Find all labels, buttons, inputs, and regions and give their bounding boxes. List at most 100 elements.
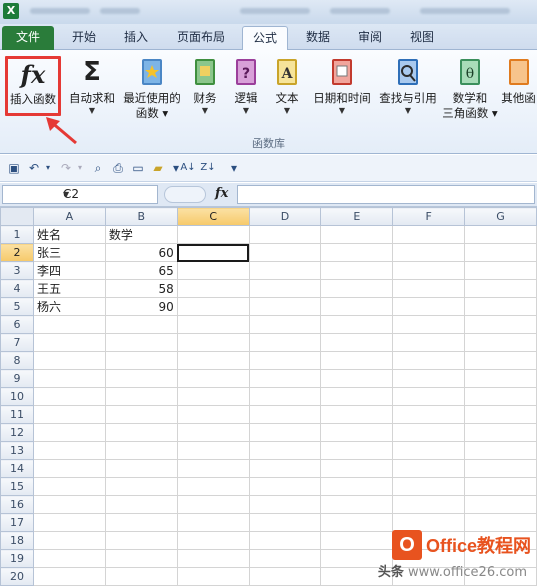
column-header-e[interactable]: E [320, 207, 394, 226]
sort-ascending-icon[interactable]: A↓ [180, 160, 196, 176]
cell-d2[interactable] [248, 243, 322, 262]
cell-a16[interactable] [32, 495, 106, 514]
tab-insert[interactable]: 插入 [114, 26, 158, 50]
name-box[interactable]: C2 ▼ [2, 185, 158, 204]
cell-b3[interactable]: 65 [104, 261, 178, 280]
row-header[interactable]: 18 [0, 531, 34, 550]
cell-d1[interactable] [248, 225, 322, 244]
cell-b20[interactable] [104, 567, 178, 586]
cell-c9[interactable] [176, 369, 250, 388]
column-header-d[interactable]: D [248, 207, 322, 226]
save-icon[interactable]: ▣ [6, 160, 22, 176]
formula-bar-grip[interactable] [164, 186, 206, 203]
cell-a6[interactable] [32, 315, 106, 334]
cell-e8[interactable] [320, 351, 394, 370]
cell-d8[interactable] [248, 351, 322, 370]
tab-file[interactable]: 文件 [2, 26, 54, 50]
cell-g13[interactable] [464, 441, 537, 460]
cell-e2[interactable] [320, 243, 394, 262]
cell-c6[interactable] [176, 315, 250, 334]
row-header[interactable]: 3 [0, 261, 34, 280]
cell-g17[interactable] [464, 513, 537, 532]
cell-d15[interactable] [248, 477, 322, 496]
cell-f10[interactable] [392, 387, 466, 406]
row-header[interactable]: 20 [0, 567, 34, 586]
cell-f4[interactable] [392, 279, 466, 298]
row-header[interactable]: 15 [0, 477, 34, 496]
insert-function-button[interactable]: fx 插入函数 [5, 56, 61, 116]
cell-e6[interactable] [320, 315, 394, 334]
cell-b9[interactable] [104, 369, 178, 388]
cell-g15[interactable] [464, 477, 537, 496]
cell-a7[interactable] [32, 333, 106, 352]
cell-c15[interactable] [176, 477, 250, 496]
row-header[interactable]: 16 [0, 495, 34, 514]
column-header-a[interactable]: A [32, 207, 106, 226]
cell-b10[interactable] [104, 387, 178, 406]
row-header[interactable]: 14 [0, 459, 34, 478]
row-header[interactable]: 10 [0, 387, 34, 406]
financial-button[interactable]: 财务 ▼ [186, 56, 224, 138]
cell-b2[interactable]: 60 [104, 243, 178, 262]
logical-button[interactable]: ? 逻辑 ▼ [228, 56, 264, 138]
cell-b6[interactable] [104, 315, 178, 334]
cell-b15[interactable] [104, 477, 178, 496]
cell-a12[interactable] [32, 423, 106, 442]
cell-g11[interactable] [464, 405, 537, 424]
cell-f17[interactable] [392, 513, 466, 532]
cell-a10[interactable] [32, 387, 106, 406]
cell-g9[interactable] [464, 369, 537, 388]
cell-g3[interactable] [464, 261, 537, 280]
cell-c10[interactable] [176, 387, 250, 406]
tab-formulas[interactable]: 公式 [242, 26, 288, 51]
cell-d11[interactable] [248, 405, 322, 424]
column-header-f[interactable]: F [392, 207, 466, 226]
cell-c20[interactable] [176, 567, 250, 586]
cell-d5[interactable] [248, 297, 322, 316]
cell-e16[interactable] [320, 495, 394, 514]
cell-c14[interactable] [176, 459, 250, 478]
cell-a18[interactable] [32, 531, 106, 550]
row-header[interactable]: 12 [0, 423, 34, 442]
cell-e3[interactable] [320, 261, 394, 280]
cell-c1[interactable] [176, 225, 250, 244]
cell-c2[interactable] [176, 243, 250, 262]
cell-g5[interactable] [464, 297, 537, 316]
row-header[interactable]: 4 [0, 279, 34, 298]
cell-d16[interactable] [248, 495, 322, 514]
cell-d13[interactable] [248, 441, 322, 460]
cell-b1[interactable]: 数学 [104, 225, 178, 244]
open-icon[interactable]: ▰ [150, 160, 166, 176]
column-header-b[interactable]: B [104, 207, 178, 226]
cell-b18[interactable] [104, 531, 178, 550]
cell-d18[interactable] [248, 531, 322, 550]
tab-page-layout[interactable]: 页面布局 [166, 26, 236, 50]
cell-d3[interactable] [248, 261, 322, 280]
cell-e10[interactable] [320, 387, 394, 406]
cell-a9[interactable] [32, 369, 106, 388]
cell-e15[interactable] [320, 477, 394, 496]
cell-b12[interactable] [104, 423, 178, 442]
cell-c19[interactable] [176, 549, 250, 568]
cell-e9[interactable] [320, 369, 394, 388]
cell-c3[interactable] [176, 261, 250, 280]
cell-a1[interactable]: 姓名 [32, 225, 106, 244]
row-header[interactable]: 8 [0, 351, 34, 370]
cell-a2[interactable]: 张三 [32, 243, 106, 262]
cell-c4[interactable] [176, 279, 250, 298]
cell-f7[interactable] [392, 333, 466, 352]
cell-e14[interactable] [320, 459, 394, 478]
cell-b11[interactable] [104, 405, 178, 424]
cell-g6[interactable] [464, 315, 537, 334]
cell-f8[interactable] [392, 351, 466, 370]
row-header[interactable]: 17 [0, 513, 34, 532]
cell-c16[interactable] [176, 495, 250, 514]
recent-functions-button[interactable]: 最近使用的 函数 ▾ [120, 56, 184, 138]
row-header[interactable]: 7 [0, 333, 34, 352]
text-button[interactable]: A 文本 ▼ [268, 56, 306, 138]
cell-e7[interactable] [320, 333, 394, 352]
cell-g14[interactable] [464, 459, 537, 478]
cell-e1[interactable] [320, 225, 394, 244]
cell-f12[interactable] [392, 423, 466, 442]
cell-d4[interactable] [248, 279, 322, 298]
